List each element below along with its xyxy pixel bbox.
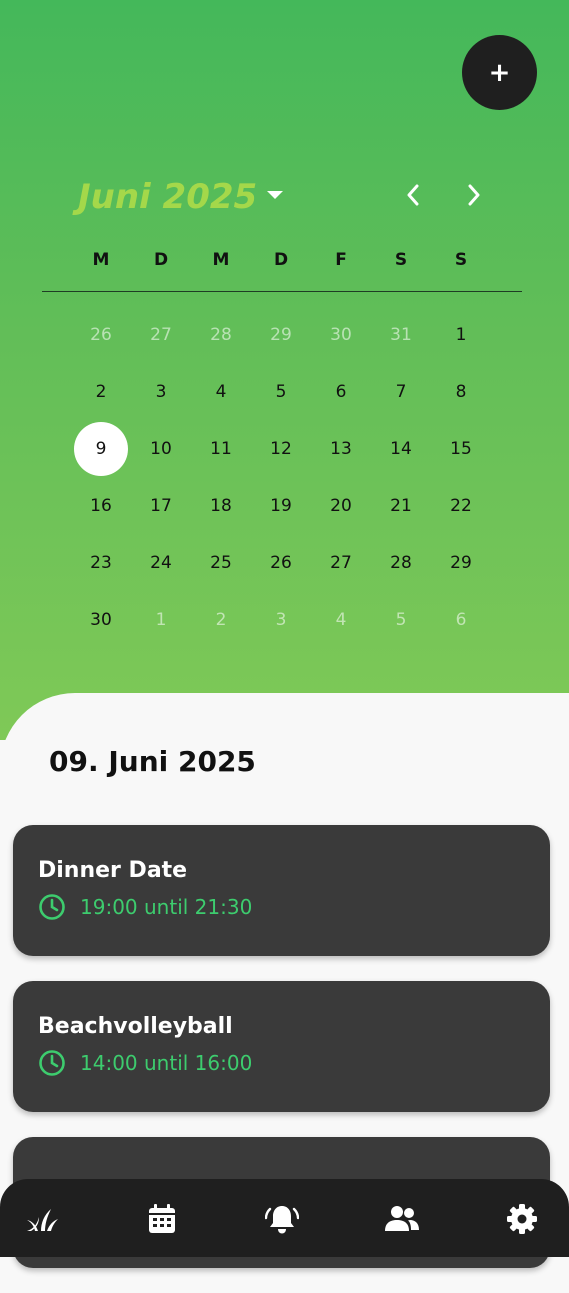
day-cell[interactable]: 12 bbox=[254, 422, 308, 476]
day-cell[interactable]: 14 bbox=[374, 422, 428, 476]
day-cell[interactable]: 29 bbox=[254, 308, 308, 362]
selected-date-heading: 09. Juni 2025 bbox=[49, 745, 256, 778]
day-cell[interactable]: 1 bbox=[434, 308, 488, 362]
add-event-button[interactable]: + bbox=[462, 35, 537, 110]
day-cell[interactable]: 30 bbox=[74, 593, 128, 647]
event-card-dinner-date[interactable]: Dinner Date 19:00 until 21:30 bbox=[13, 825, 550, 956]
day-cell[interactable]: 5 bbox=[374, 593, 428, 647]
day-cell[interactable]: 11 bbox=[194, 422, 248, 476]
day-cell[interactable]: 6 bbox=[314, 365, 368, 419]
day-cell[interactable]: 1 bbox=[134, 593, 188, 647]
day-cell[interactable]: 3 bbox=[134, 365, 188, 419]
month-title[interactable]: Juni 2025 bbox=[78, 172, 257, 222]
weekday-label: D bbox=[273, 250, 289, 270]
add-label: + bbox=[488, 57, 511, 88]
chevron-left-icon bbox=[407, 184, 419, 206]
event-card-beachvolleyball[interactable]: Beachvolleyball 14:00 until 16:00 bbox=[13, 981, 550, 1112]
day-cell[interactable]: 4 bbox=[194, 365, 248, 419]
nav-settings-button[interactable] bbox=[502, 1199, 542, 1239]
nav-calendar-button[interactable] bbox=[142, 1199, 182, 1239]
day-cell[interactable]: 26 bbox=[74, 308, 128, 362]
event-title: Beachvolleyball bbox=[38, 1014, 233, 1039]
people-icon bbox=[385, 1206, 419, 1231]
weekday-label: F bbox=[335, 250, 347, 270]
day-cell[interactable]: 27 bbox=[134, 308, 188, 362]
day-cell[interactable]: 26 bbox=[254, 536, 308, 590]
day-cell[interactable]: 28 bbox=[374, 536, 428, 590]
day-cell[interactable]: 27 bbox=[314, 536, 368, 590]
day-cell[interactable]: 17 bbox=[134, 479, 188, 533]
day-cell[interactable]: 4 bbox=[314, 593, 368, 647]
nav-notifications-button[interactable] bbox=[262, 1199, 302, 1239]
clock-icon bbox=[39, 1050, 65, 1076]
event-title: Dinner Date bbox=[38, 858, 188, 883]
day-cell[interactable]: 23 bbox=[74, 536, 128, 590]
nav-people-button[interactable] bbox=[382, 1199, 422, 1239]
event-time: 14:00 until 16:00 bbox=[80, 1051, 253, 1075]
weekday-label: D bbox=[153, 250, 169, 270]
day-cell[interactable]: 16 bbox=[74, 479, 128, 533]
month-dropdown-icon[interactable] bbox=[262, 182, 288, 208]
bell-icon bbox=[265, 1206, 299, 1234]
day-cell[interactable]: 15 bbox=[434, 422, 488, 476]
gear-icon bbox=[507, 1204, 537, 1234]
day-cell[interactable]: 10 bbox=[134, 422, 188, 476]
day-cell[interactable]: 5 bbox=[254, 365, 308, 419]
clock-icon bbox=[39, 894, 65, 920]
day-cell[interactable]: 30 bbox=[314, 308, 368, 362]
bottom-navigation bbox=[0, 1179, 569, 1257]
day-cell[interactable]: 20 bbox=[314, 479, 368, 533]
day-cell[interactable]: 2 bbox=[74, 365, 128, 419]
plant-icon bbox=[27, 1209, 58, 1231]
nav-plant-button[interactable] bbox=[22, 1199, 62, 1239]
day-cell[interactable]: 8 bbox=[434, 365, 488, 419]
weekday-divider bbox=[42, 291, 522, 292]
day-cell[interactable]: 24 bbox=[134, 536, 188, 590]
chevron-right-icon bbox=[468, 184, 480, 206]
next-month-button[interactable] bbox=[459, 180, 489, 210]
day-cell[interactable]: 6 bbox=[434, 593, 488, 647]
day-cell[interactable]: 18 bbox=[194, 479, 248, 533]
weekday-label: M bbox=[212, 250, 230, 270]
day-cell[interactable]: 31 bbox=[374, 308, 428, 362]
weekday-label: S bbox=[394, 250, 408, 270]
day-cell[interactable]: 3 bbox=[254, 593, 308, 647]
day-cell[interactable]: 2 bbox=[194, 593, 248, 647]
calendar-icon bbox=[149, 1204, 175, 1233]
day-cell[interactable]: 21 bbox=[374, 479, 428, 533]
day-cell[interactable]: 28 bbox=[194, 308, 248, 362]
day-cell[interactable]: 25 bbox=[194, 536, 248, 590]
day-cell[interactable]: 19 bbox=[254, 479, 308, 533]
day-cell[interactable]: 29 bbox=[434, 536, 488, 590]
day-cell-selected[interactable]: 9 bbox=[74, 422, 128, 476]
weekday-label: S bbox=[454, 250, 468, 270]
previous-month-button[interactable] bbox=[398, 180, 428, 210]
weekday-label: M bbox=[92, 250, 110, 270]
day-cell[interactable]: 22 bbox=[434, 479, 488, 533]
day-cell[interactable]: 13 bbox=[314, 422, 368, 476]
event-time: 19:00 until 21:30 bbox=[80, 895, 253, 919]
day-cell[interactable]: 7 bbox=[374, 365, 428, 419]
